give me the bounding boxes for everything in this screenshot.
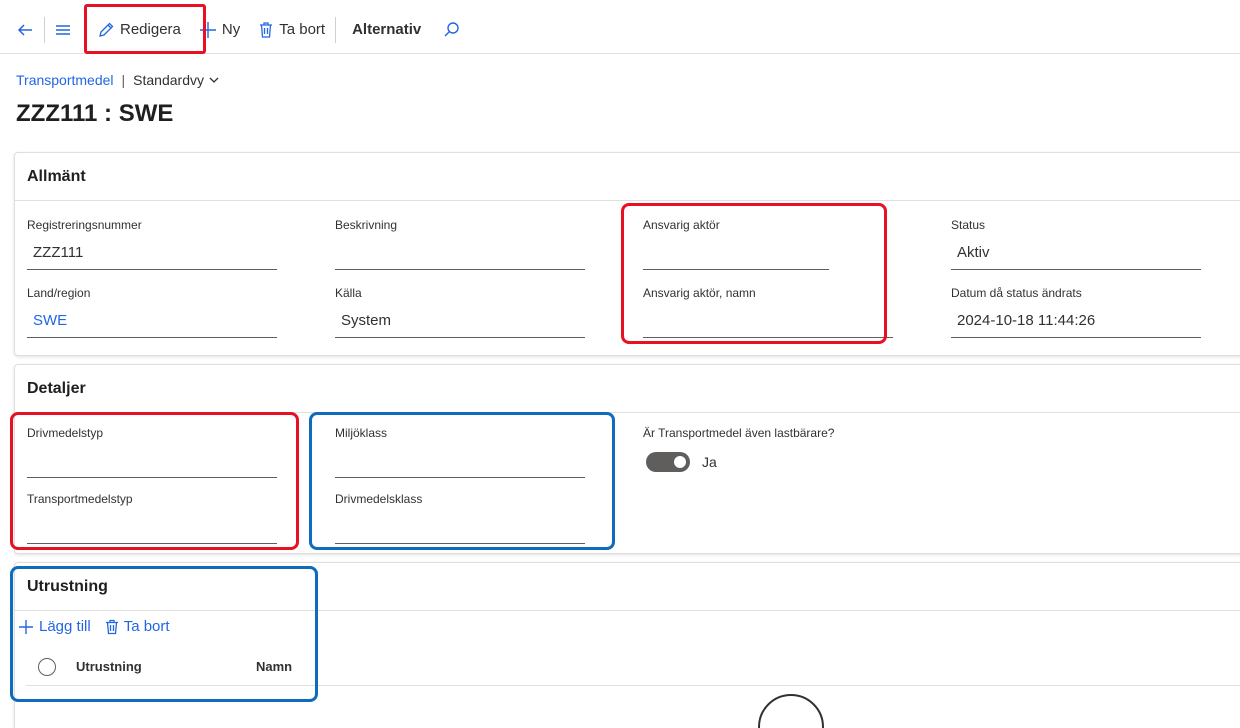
- column-header-equipment[interactable]: Utrustning: [76, 659, 256, 674]
- country-region-input[interactable]: SWE: [27, 308, 277, 338]
- equipment-grid-header: Utrustning Namn: [26, 648, 1240, 686]
- trash-icon: [260, 21, 273, 38]
- page-title: ZZZ111 : SWE: [16, 100, 174, 127]
- responsible-actor-field: Ansvarig aktör: [643, 218, 829, 270]
- column-header-name[interactable]: Namn: [256, 659, 292, 674]
- add-equipment-label: Lägg till: [39, 618, 91, 635]
- view-selector-label: Standardvy: [133, 72, 204, 88]
- registration-number-label: Registreringsnummer: [27, 218, 142, 232]
- chevron-down-icon: [209, 77, 219, 83]
- delete-button[interactable]: Ta bort: [252, 12, 331, 48]
- fuel-type-field: Drivmedelstyp: [27, 426, 277, 478]
- action-toolbar: Redigera Ny Ta bort Alternativ: [0, 6, 1240, 54]
- country-region-label: Land/region: [27, 286, 91, 300]
- options-button-label: Alternativ: [352, 21, 422, 38]
- transport-type-input[interactable]: [27, 514, 277, 544]
- transport-type-label: Transportmedelstyp: [27, 492, 133, 506]
- equipment-section-header[interactable]: Utrustning: [15, 563, 1240, 611]
- toggle-knob: [674, 456, 686, 468]
- fuel-type-label: Drivmedelstyp: [27, 426, 104, 440]
- menu-button[interactable]: [49, 12, 77, 48]
- registration-number-input[interactable]: ZZZ111: [27, 240, 277, 270]
- responsible-actor-input[interactable]: [643, 240, 829, 270]
- search-icon: [444, 21, 459, 36]
- plus-icon: [199, 21, 216, 38]
- view-selector[interactable]: Standardvy: [133, 72, 220, 88]
- status-field: Status Aktiv: [951, 218, 1201, 270]
- status-date-input[interactable]: 2024-10-18 11:44:26: [951, 308, 1201, 338]
- transport-type-field: Transportmedelstyp: [27, 492, 277, 544]
- status-label: Status: [951, 218, 986, 232]
- edit-button-label: Redigera: [120, 21, 181, 38]
- description-field: Beskrivning: [335, 218, 585, 270]
- delete-button-label: Ta bort: [279, 21, 326, 38]
- cargo-carrier-toggle[interactable]: [646, 452, 690, 472]
- toolbar-divider: [44, 16, 45, 43]
- cargo-carrier-toggle-wrap: Ja: [646, 452, 717, 472]
- environment-class-label: Miljöklass: [335, 426, 388, 440]
- breadcrumb: Transportmedel | Standardvy: [16, 72, 220, 88]
- responsible-actor-label: Ansvarig aktör: [643, 218, 720, 232]
- source-label: Källa: [335, 286, 362, 300]
- responsible-actor-name-label: Ansvarig aktör, namn: [643, 286, 756, 300]
- pencil-icon: [99, 22, 114, 37]
- plus-icon: [19, 619, 33, 634]
- breadcrumb-link-transportmedel[interactable]: Transportmedel: [16, 72, 114, 88]
- back-button[interactable]: [10, 12, 40, 48]
- cargo-carrier-label: Är Transportmedel även lastbärare?: [643, 426, 835, 440]
- source-input[interactable]: System: [335, 308, 585, 338]
- edit-button[interactable]: Redigera: [91, 12, 187, 48]
- responsible-actor-name-field: Ansvarig aktör, namn: [643, 286, 893, 338]
- search-button[interactable]: [437, 12, 467, 48]
- delete-equipment-button[interactable]: Ta bort: [105, 618, 170, 635]
- new-button[interactable]: Ny: [193, 12, 246, 48]
- registration-number-field: Registreringsnummer ZZZ111: [27, 218, 277, 270]
- cargo-carrier-value: Ja: [702, 454, 717, 470]
- toolbar-divider: [335, 16, 337, 43]
- options-button[interactable]: Alternativ: [346, 12, 427, 48]
- breadcrumb-separator: |: [121, 72, 126, 88]
- country-region-field: Land/region SWE: [27, 286, 277, 338]
- status-input[interactable]: Aktiv: [951, 240, 1201, 270]
- add-equipment-button[interactable]: Lägg till: [18, 618, 91, 635]
- fuel-class-label: Drivmedelsklass: [335, 492, 423, 506]
- description-label: Beskrivning: [335, 218, 398, 232]
- environment-class-input[interactable]: [335, 448, 585, 478]
- responsible-actor-name-input[interactable]: [643, 308, 893, 338]
- fuel-type-input[interactable]: [27, 448, 277, 478]
- general-section-header[interactable]: Allmänt: [15, 153, 1240, 201]
- delete-equipment-label: Ta bort: [123, 618, 170, 635]
- fuel-class-input[interactable]: [335, 514, 585, 544]
- status-date-label: Datum då status ändrats: [951, 286, 1082, 300]
- details-section-header[interactable]: Detaljer: [15, 365, 1240, 413]
- equipment-section: Utrustning: [14, 562, 1240, 728]
- equipment-grid-actions: Lägg till Ta bort: [18, 618, 170, 635]
- fuel-class-field: Drivmedelsklass: [335, 492, 585, 544]
- status-date-field: Datum då status ändrats 2024-10-18 11:44…: [951, 286, 1201, 338]
- back-arrow-icon: [17, 23, 32, 36]
- select-all-radio[interactable]: [38, 657, 56, 676]
- cargo-carrier-field: Är Transportmedel även lastbärare?: [643, 426, 943, 442]
- environment-class-field: Miljöklass: [335, 426, 585, 478]
- new-button-label: Ny: [221, 21, 241, 38]
- hamburger-icon: [56, 24, 70, 35]
- trash-icon: [105, 619, 118, 634]
- source-field: Källa System: [335, 286, 585, 338]
- description-input[interactable]: [335, 240, 585, 270]
